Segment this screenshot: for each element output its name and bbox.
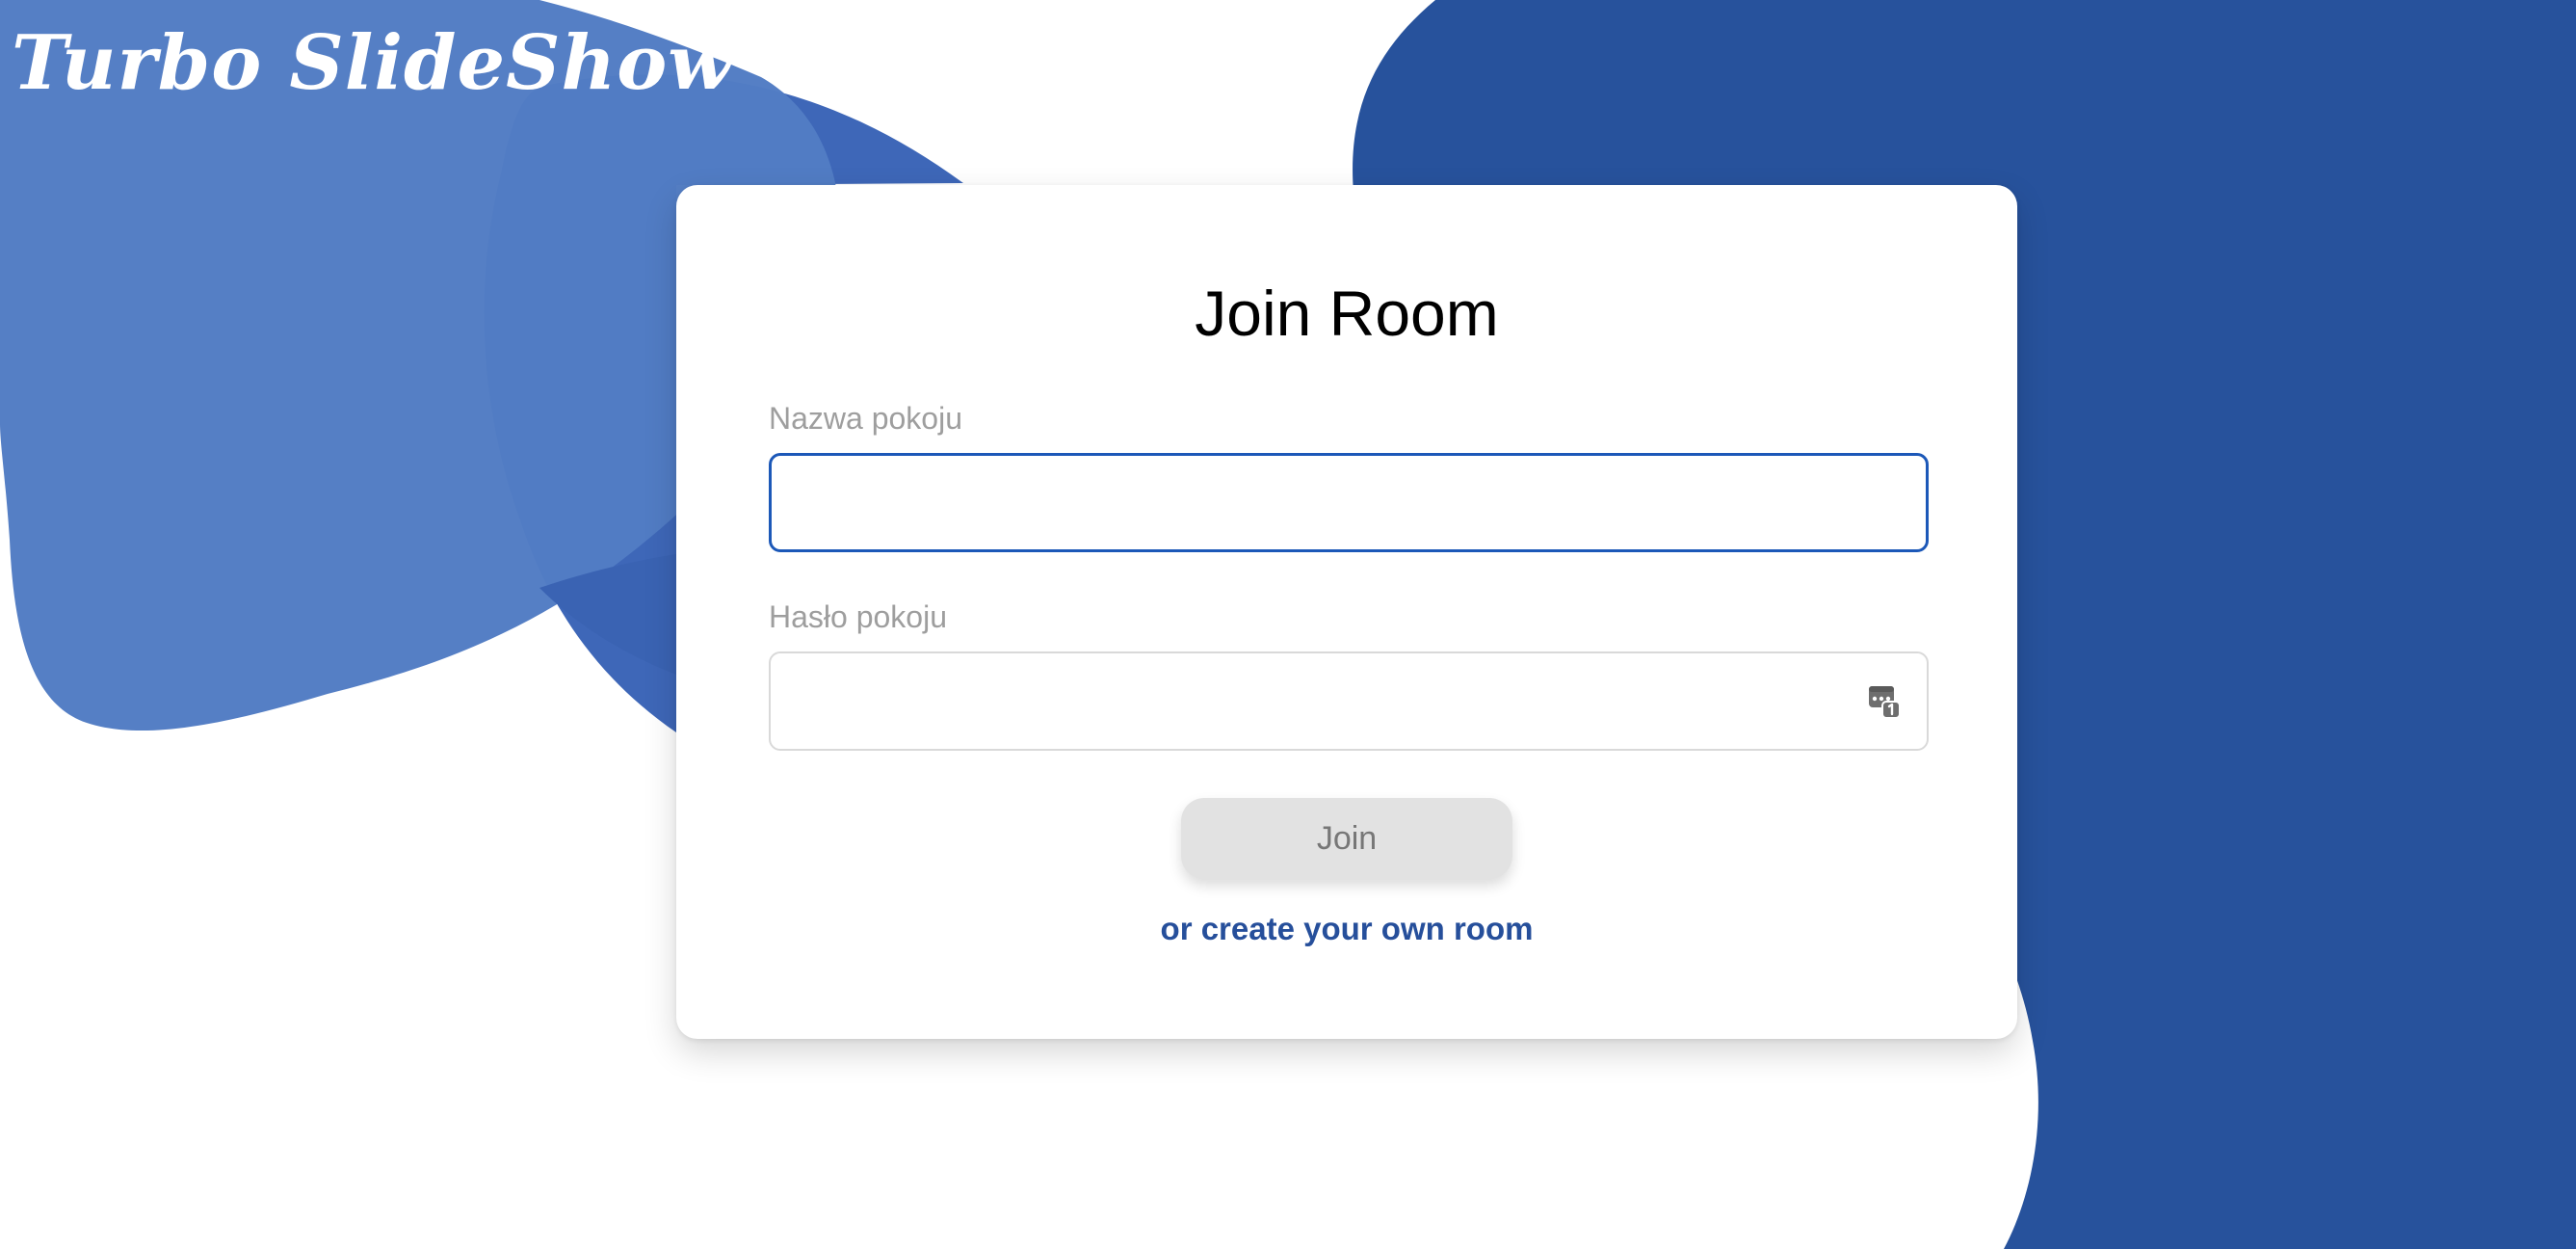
room-password-label: Hasło pokoju	[769, 599, 947, 634]
app-logo[interactable]: Turbo SlideShow	[12, 19, 733, 107]
join-button[interactable]: Join	[1181, 798, 1512, 879]
join-room-card: Join Room Nazwa pokoju Hasło pokoju Join…	[676, 185, 2017, 1039]
room-name-label: Nazwa pokoju	[769, 401, 962, 436]
login-page: Turbo SlideShow Join Room Nazwa pokoju H…	[0, 0, 2576, 1249]
room-password-input[interactable]	[769, 651, 1929, 751]
page-title: Join Room	[1195, 278, 1499, 349]
create-room-link[interactable]: or create your own room	[676, 910, 2017, 948]
password-key-icon[interactable]	[1868, 684, 1901, 719]
room-name-input[interactable]	[769, 453, 1929, 552]
